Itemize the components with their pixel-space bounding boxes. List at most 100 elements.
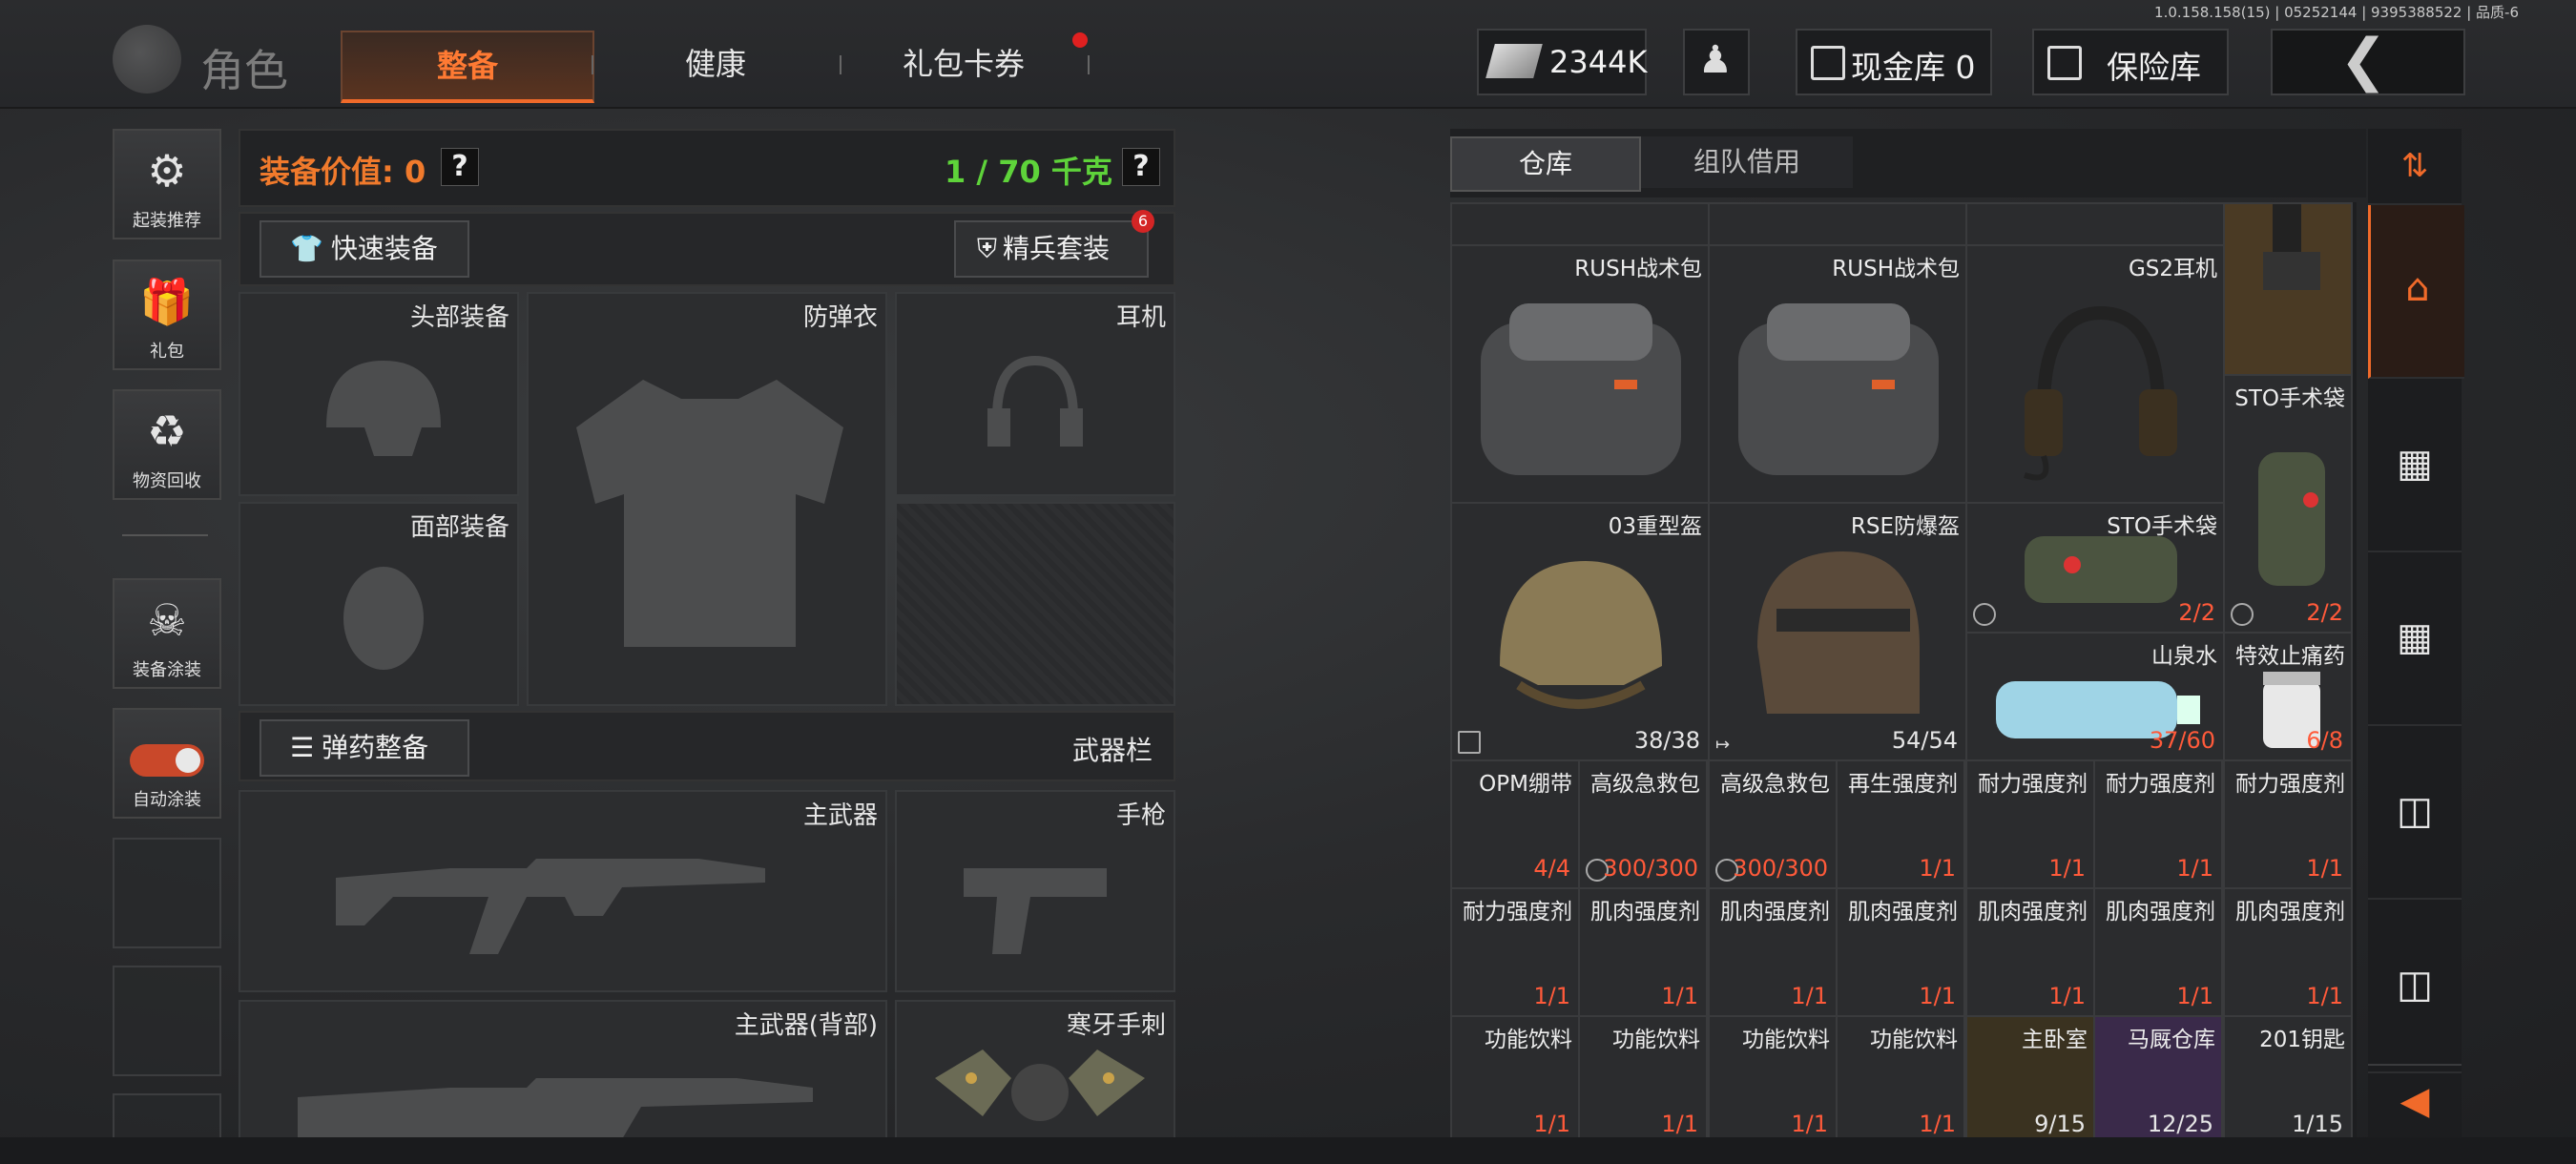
tab-divider	[592, 55, 593, 74]
warehouse-item[interactable]: GS2耳机	[1965, 244, 2225, 504]
warehouse-item[interactable]: RUSH战术包	[1708, 244, 1967, 504]
rifle-placeholder-icon	[336, 859, 765, 954]
warehouse-item[interactable]: 肌肉强度剂 1/1	[1965, 887, 2095, 1017]
knuckle-knife-icon	[935, 1050, 1145, 1121]
slot-headset[interactable]: 耳机	[895, 292, 1175, 496]
slot-head-label: 头部装备	[409, 303, 509, 332]
item-name: 功能饮料	[1870, 1028, 1958, 1052]
slot-primary-back[interactable]: 主武器(背部)	[239, 1000, 887, 1141]
empty-slot	[113, 1093, 221, 1141]
warehouse-item[interactable]: 功能饮料 1/1	[1450, 1015, 1580, 1137]
warehouse-item[interactable]: 肌肉强度剂 1/1	[1708, 887, 1838, 1017]
item-count: 1/1	[1533, 1111, 1570, 1137]
nav-box-1[interactable]: ◫	[2368, 726, 2462, 900]
slot-armor-label: 防弹衣	[802, 303, 878, 332]
warehouse-item[interactable]: 耐力强度剂 1/1	[1965, 759, 2095, 889]
warehouse-item[interactable]: 高级急救包 300/300	[1578, 759, 1708, 889]
slot-pistol[interactable]: 手枪	[895, 790, 1175, 992]
warehouse-item[interactable]: 功能饮料 1/1	[1708, 1015, 1838, 1137]
warehouse-item-partial[interactable]	[1450, 202, 1710, 246]
slot-primary-weapon[interactable]: 主武器	[239, 790, 887, 992]
cash-vault-button[interactable]: 现金库 0	[1796, 29, 1992, 95]
warehouse-item[interactable]: OPM绷带 4/4	[1450, 759, 1580, 889]
tab-gift-coupons[interactable]: 礼包卡券	[840, 31, 1088, 97]
ammo-prep-button[interactable]: ☰ 弹药整备	[260, 719, 469, 777]
warehouse-item[interactable]: RSE防爆盔 ↦ 54/54	[1708, 502, 1967, 761]
item-name: 再生强度剂	[1848, 772, 1958, 797]
item-count: 54/54	[1891, 727, 1958, 754]
slot-headset-label: 耳机	[1115, 303, 1166, 332]
warehouse-item[interactable]: STO手术袋 2/2	[2223, 374, 2353, 634]
nav-storage-1[interactable]: ▦	[2368, 379, 2462, 552]
back-button[interactable]: ❮	[2271, 27, 2465, 95]
warehouse-item[interactable]: 主卧室 9/15	[1965, 1015, 2095, 1137]
warehouse-item[interactable]: 肌肉强度剂 1/1	[2223, 887, 2353, 1017]
slot-head[interactable]: 头部装备	[239, 292, 519, 496]
warehouse-item[interactable]: 肌肉强度剂 1/1	[1578, 887, 1708, 1017]
warehouse-item[interactable]: 山泉水 37/60	[1965, 632, 2225, 761]
shirt-icon: 👕	[290, 233, 323, 264]
warehouse-item[interactable]: 功能饮料 1/1	[1836, 1015, 1965, 1137]
nav-home[interactable]: ⌂	[2368, 205, 2464, 379]
warehouse-item[interactable]: RUSH战术包	[1450, 244, 1710, 504]
slot-armor[interactable]: 防弹衣	[527, 292, 887, 706]
slot-melee[interactable]: 寒牙手刺	[895, 1000, 1175, 1141]
vest-placeholder-icon	[576, 380, 843, 647]
tab-health[interactable]: 健康	[611, 31, 821, 97]
sidebar-item-auto-paint[interactable]: 自动涂装	[113, 708, 221, 819]
item-name: 肌肉强度剂	[1720, 900, 1830, 925]
slot-face[interactable]: 面部装备	[239, 502, 519, 706]
warehouse-item-partial[interactable]	[1708, 202, 1967, 246]
quick-equip-button[interactable]: 👕 快速装备	[260, 220, 469, 278]
tab-equip[interactable]: 整备	[341, 31, 594, 103]
value-help-button[interactable]: ?	[441, 148, 479, 186]
warehouse-item[interactable]: 肌肉强度剂 1/1	[2093, 887, 2223, 1017]
tab-warehouse[interactable]: 仓库	[1450, 136, 1641, 192]
warehouse-item[interactable]: 03重型盔 38/38	[1450, 502, 1710, 761]
sidebar-item-gift[interactable]: 🎁 礼包	[113, 260, 221, 370]
item-count: 1/1	[1661, 983, 1698, 1009]
empty-slot	[113, 966, 221, 1076]
weight-help-button[interactable]: ?	[1122, 148, 1160, 186]
warehouse-item[interactable]: STO手术袋 2/2	[1965, 502, 2225, 634]
warehouse-item[interactable]: 耐力强度剂 1/1	[2223, 759, 2353, 889]
item-count: 1/1	[2306, 983, 2343, 1009]
warehouse-item-scope[interactable]	[2223, 202, 2353, 376]
ammo-bar: ☰ 弹药整备 武器栏	[239, 711, 1175, 781]
collapse-button[interactable]: ◀	[2368, 1064, 2462, 1140]
safe-button[interactable]: 保险库	[2032, 29, 2229, 95]
warehouse-item[interactable]: 201钥匙 1/15	[2223, 1015, 2353, 1137]
tab-team-borrow[interactable]: 组队借用	[1641, 136, 1853, 188]
auto-paint-toggle[interactable]	[130, 744, 204, 777]
item-name: 耐力强度剂	[1978, 772, 2088, 797]
helmet-gear-icon: ⚙	[147, 145, 187, 197]
sidebar-item-recommended-loadout[interactable]: ⚙ 起装推荐	[113, 129, 221, 239]
warehouse-item[interactable]: 高级急救包 300/300	[1708, 759, 1838, 889]
currency-display[interactable]: 2344K	[1477, 29, 1647, 95]
cash-vault-label: 现金库 0	[1851, 49, 1976, 86]
sidebar-item-paint[interactable]: ☠ 装备涂装	[113, 578, 221, 689]
warehouse-item[interactable]: 马厩仓库 12/25	[2093, 1015, 2223, 1137]
nav-storage-2[interactable]: ▦	[2368, 552, 2462, 726]
agent-avatar-icon: ♟	[1698, 38, 1733, 82]
warehouse-nav: ⇅ ⌂ ▦ ▦ ◫ ◫ ◀	[2368, 129, 2464, 1140]
item-count: 1/1	[2048, 983, 2086, 1009]
warehouse-item[interactable]: 特效止痛药 6/8	[2223, 632, 2353, 761]
agent-button[interactable]: ♟	[1683, 29, 1750, 95]
item-count: 37/60	[2149, 727, 2215, 754]
warehouse-item[interactable]: 功能饮料 1/1	[1578, 1015, 1708, 1137]
item-count: 1/15	[2292, 1111, 2343, 1137]
warehouse-item[interactable]: 肌肉强度剂 1/1	[1836, 887, 1965, 1017]
elite-set-button[interactable]: ⛨ 精兵套装	[954, 220, 1149, 278]
warehouse-item[interactable]: 再生强度剂 1/1	[1836, 759, 1965, 889]
sidebar-item-recycle[interactable]: ♻ 物资回收	[113, 389, 221, 500]
home-icon: ⌂	[2405, 266, 2430, 310]
item-count: 1/1	[1791, 1111, 1828, 1137]
warehouse-item[interactable]: 耐力强度剂 1/1	[2093, 759, 2223, 889]
warehouse-item-partial[interactable]	[1965, 202, 2225, 246]
sort-button[interactable]: ⇅	[2368, 129, 2462, 205]
warehouse-item[interactable]: 耐力强度剂 1/1	[1450, 887, 1580, 1017]
item-name: STO手术袋	[2234, 386, 2345, 411]
nav-box-2[interactable]: ◫	[2368, 900, 2462, 1073]
slot-face-label: 面部装备	[409, 513, 509, 542]
